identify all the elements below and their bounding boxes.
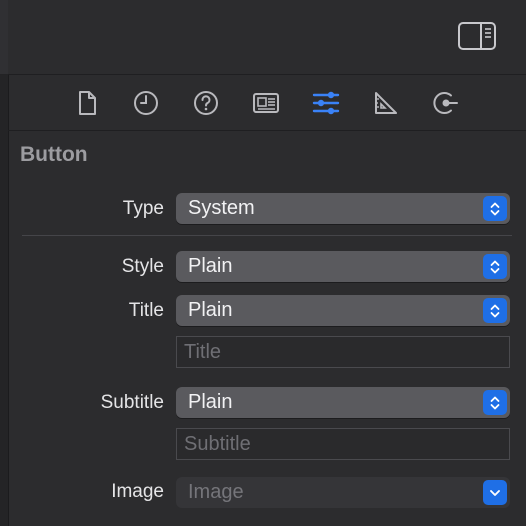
id-card-icon — [253, 93, 279, 113]
style-popup[interactable]: Plain — [176, 251, 510, 282]
subtitle-text-field[interactable] — [176, 428, 510, 460]
tab-history-inspector[interactable] — [130, 87, 162, 119]
question-mark-circle-icon — [194, 91, 218, 115]
style-label: Style — [121, 256, 164, 277]
title-text-input[interactable] — [177, 337, 509, 367]
connection-arrow-icon — [433, 92, 458, 114]
divider — [22, 235, 512, 236]
updown-chevron-icon — [483, 298, 507, 323]
updown-chevron-icon — [483, 254, 507, 279]
tab-file-inspector[interactable] — [71, 87, 103, 119]
subtitle-label: Subtitle — [100, 392, 164, 413]
clock-icon — [134, 91, 158, 115]
title-popup[interactable]: Plain — [176, 295, 510, 326]
tab-attributes-inspector[interactable] — [310, 87, 342, 119]
chevron-down-icon[interactable] — [483, 480, 507, 505]
style-value: Plain — [188, 255, 233, 277]
ruler-triangle-icon — [375, 92, 397, 114]
image-placeholder: Image — [188, 481, 244, 503]
inspector-tab-bar — [8, 75, 526, 131]
type-popup[interactable]: System — [176, 193, 510, 224]
type-label: Type — [122, 198, 164, 219]
title-value: Plain — [188, 299, 233, 321]
image-combo-box[interactable]: Image — [176, 477, 510, 508]
updown-chevron-icon — [483, 390, 507, 415]
subtitle-popup[interactable]: Plain — [176, 387, 510, 418]
tab-identity-inspector[interactable] — [250, 87, 282, 119]
section-title: Button — [20, 143, 88, 166]
subtitle-value: Plain — [188, 391, 233, 413]
tab-quick-help-inspector[interactable] — [190, 87, 222, 119]
sidebar-right-icon[interactable] — [457, 20, 497, 52]
image-label: Image — [111, 481, 164, 502]
tab-connections-inspector[interactable] — [430, 87, 462, 119]
title-label: Title — [128, 300, 164, 321]
tab-size-inspector[interactable] — [370, 87, 402, 119]
updown-chevron-icon — [483, 196, 507, 221]
type-value: System — [188, 197, 255, 219]
inspector-header — [8, 0, 526, 75]
inspector-panel: Button Type System Style Plain Title Pla… — [0, 0, 526, 526]
document-icon — [79, 91, 96, 115]
title-text-field[interactable] — [176, 336, 510, 368]
subtitle-text-input[interactable] — [177, 429, 509, 459]
sliders-icon — [312, 91, 340, 115]
